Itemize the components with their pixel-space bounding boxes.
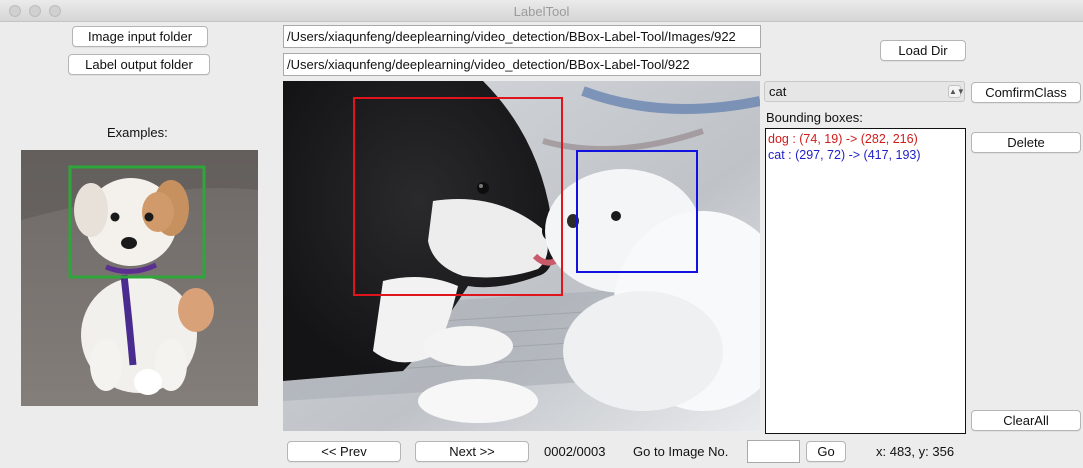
title-bar: LabelTool xyxy=(0,0,1083,22)
goto-image-input[interactable] xyxy=(747,440,800,463)
progress-label: 0002/0003 xyxy=(544,444,606,459)
bounding-box-list[interactable]: dog : (74, 19) -> (282, 216) cat : (297,… xyxy=(765,128,966,434)
bounding-boxes-title: Bounding boxes: xyxy=(766,110,863,125)
prev-button[interactable]: << Prev xyxy=(287,441,401,462)
next-button[interactable]: Next >> xyxy=(415,441,529,462)
confirm-class-button[interactable]: ComfirmClass xyxy=(971,82,1081,103)
image-dir-field[interactable]: /Users/xiaqunfeng/deeplearning/video_det… xyxy=(283,25,761,48)
examples-title: Examples: xyxy=(107,125,168,140)
window-title: LabelTool xyxy=(513,4,570,19)
chevron-updown-icon: ▲▼ xyxy=(948,85,965,98)
goto-label: Go to Image No. xyxy=(633,444,729,459)
example-image xyxy=(21,150,258,406)
go-button[interactable]: Go xyxy=(806,441,846,462)
image-canvas[interactable] xyxy=(283,81,760,431)
list-item-dog[interactable]: dog : (74, 19) -> (282, 216) xyxy=(768,131,963,147)
load-dir-button[interactable]: Load Dir xyxy=(880,40,966,61)
label-dir-field[interactable]: /Users/xiaqunfeng/deeplearning/video_det… xyxy=(283,53,761,76)
label-output-folder-button[interactable]: Label output folder xyxy=(68,54,210,75)
cursor-coordinates: x: 483, y: 356 xyxy=(876,444,955,459)
clear-all-button[interactable]: ClearAll xyxy=(971,410,1081,431)
class-select-value: cat xyxy=(769,84,787,99)
image-input-folder-button[interactable]: Image input folder xyxy=(72,26,208,47)
list-item-cat[interactable]: cat : (297, 72) -> (417, 193) xyxy=(768,147,963,163)
delete-button[interactable]: Delete xyxy=(971,132,1081,153)
class-select[interactable]: cat ▲▼ xyxy=(764,81,965,102)
